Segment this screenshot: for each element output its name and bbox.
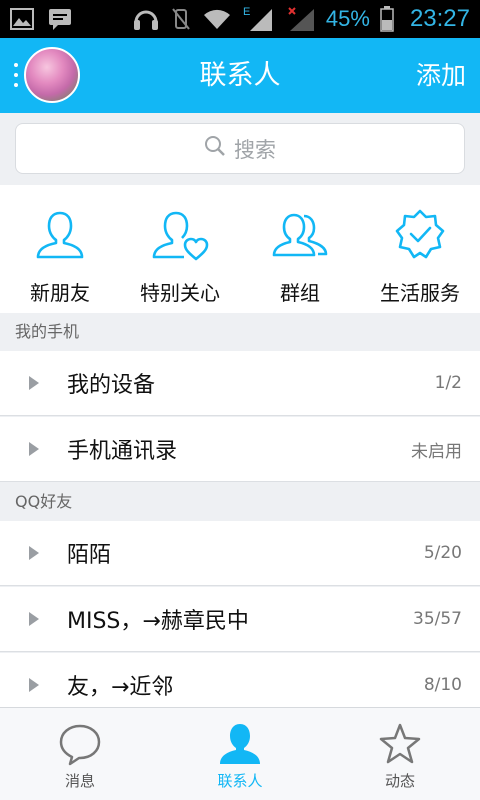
- list-item-friend-group[interactable]: MISS，→赫章民中 35/57: [0, 587, 480, 652]
- quick-entry-grid: 新朋友 特别关心 群组 生活服务: [0, 185, 480, 313]
- expand-arrow-icon: [29, 442, 39, 456]
- quick-item-new-friend[interactable]: 新朋友: [0, 185, 120, 313]
- add-contact-button[interactable]: 添加: [416, 38, 466, 113]
- tab-label-contacts: 联系人: [217, 772, 263, 790]
- expand-arrow-icon: [29, 612, 39, 626]
- star-icon: [378, 722, 422, 766]
- section-header-my-phone: 我的手机: [0, 313, 480, 351]
- vibrate-off-icon: [170, 6, 192, 32]
- search-area: 搜索: [0, 113, 480, 185]
- contacts-person-icon: [218, 722, 262, 766]
- search-placeholder: 搜索: [234, 137, 276, 162]
- group-name: 手机通讯录: [67, 439, 178, 464]
- bottom-tab-bar: 消息 联系人 动态: [0, 707, 480, 800]
- wifi-icon: [202, 7, 232, 31]
- group-icon: [270, 207, 330, 263]
- list-item-phone-contacts[interactable]: 手机通讯录 未启用: [0, 417, 480, 482]
- quick-label-special-care: 特别关心: [140, 281, 220, 305]
- list-item-friend-group[interactable]: 陌陌 5/20: [0, 521, 480, 586]
- headset-icon: [132, 6, 160, 32]
- list-item-my-devices[interactable]: 我的设备 1/2: [0, 351, 480, 416]
- life-service-icon: [392, 207, 448, 263]
- group-name: 友，→近邻: [67, 675, 174, 700]
- group-name: 陌陌: [67, 543, 112, 568]
- group-count: 未启用: [411, 441, 462, 462]
- group-count: 5/20: [423, 543, 462, 563]
- battery-percent: 45%: [325, 6, 370, 31]
- group-count: 8/10: [423, 675, 462, 695]
- new-friend-icon: [32, 207, 88, 263]
- expand-arrow-icon: [29, 376, 39, 390]
- page-title: 联系人: [199, 60, 281, 91]
- expand-arrow-icon: [29, 546, 39, 560]
- section-header-qq-friends: QQ好友: [0, 483, 480, 521]
- quick-item-life-service[interactable]: 生活服务: [360, 185, 480, 313]
- group-count: 1/2: [434, 373, 462, 393]
- quick-label-life-service: 生活服务: [380, 281, 460, 305]
- search-input[interactable]: 搜索: [15, 123, 465, 174]
- quick-item-special-care[interactable]: 特别关心: [120, 185, 240, 313]
- app-header: 联系人 添加: [0, 38, 480, 113]
- battery-icon: [380, 6, 394, 32]
- chat-bubble-icon: [58, 722, 102, 766]
- tab-moments[interactable]: 动态: [320, 708, 480, 800]
- tab-contacts[interactable]: 联系人: [160, 708, 320, 800]
- tab-label-messages: 消息: [64, 772, 95, 790]
- group-name: MISS，→赫章民中: [67, 609, 249, 634]
- message-notification-icon: [48, 8, 72, 30]
- signal-e-icon: E: [242, 5, 276, 33]
- tab-messages[interactable]: 消息: [0, 708, 160, 800]
- clock: 23:27: [409, 5, 470, 32]
- signal-no-service-icon: [286, 5, 316, 33]
- expand-arrow-icon: [29, 678, 39, 692]
- quick-item-group[interactable]: 群组: [240, 185, 360, 313]
- image-notification-icon: [10, 8, 34, 30]
- quick-label-new-friend: 新朋友: [30, 281, 90, 305]
- network-type-label: E: [243, 6, 250, 18]
- tab-label-moments: 动态: [384, 772, 415, 790]
- status-bar: E 45% 23:27: [0, 0, 480, 38]
- group-count: 35/57: [413, 609, 462, 629]
- search-icon: [204, 135, 226, 162]
- group-name: 我的设备: [67, 373, 156, 398]
- special-care-icon: [150, 207, 210, 263]
- quick-label-group: 群组: [280, 281, 320, 305]
